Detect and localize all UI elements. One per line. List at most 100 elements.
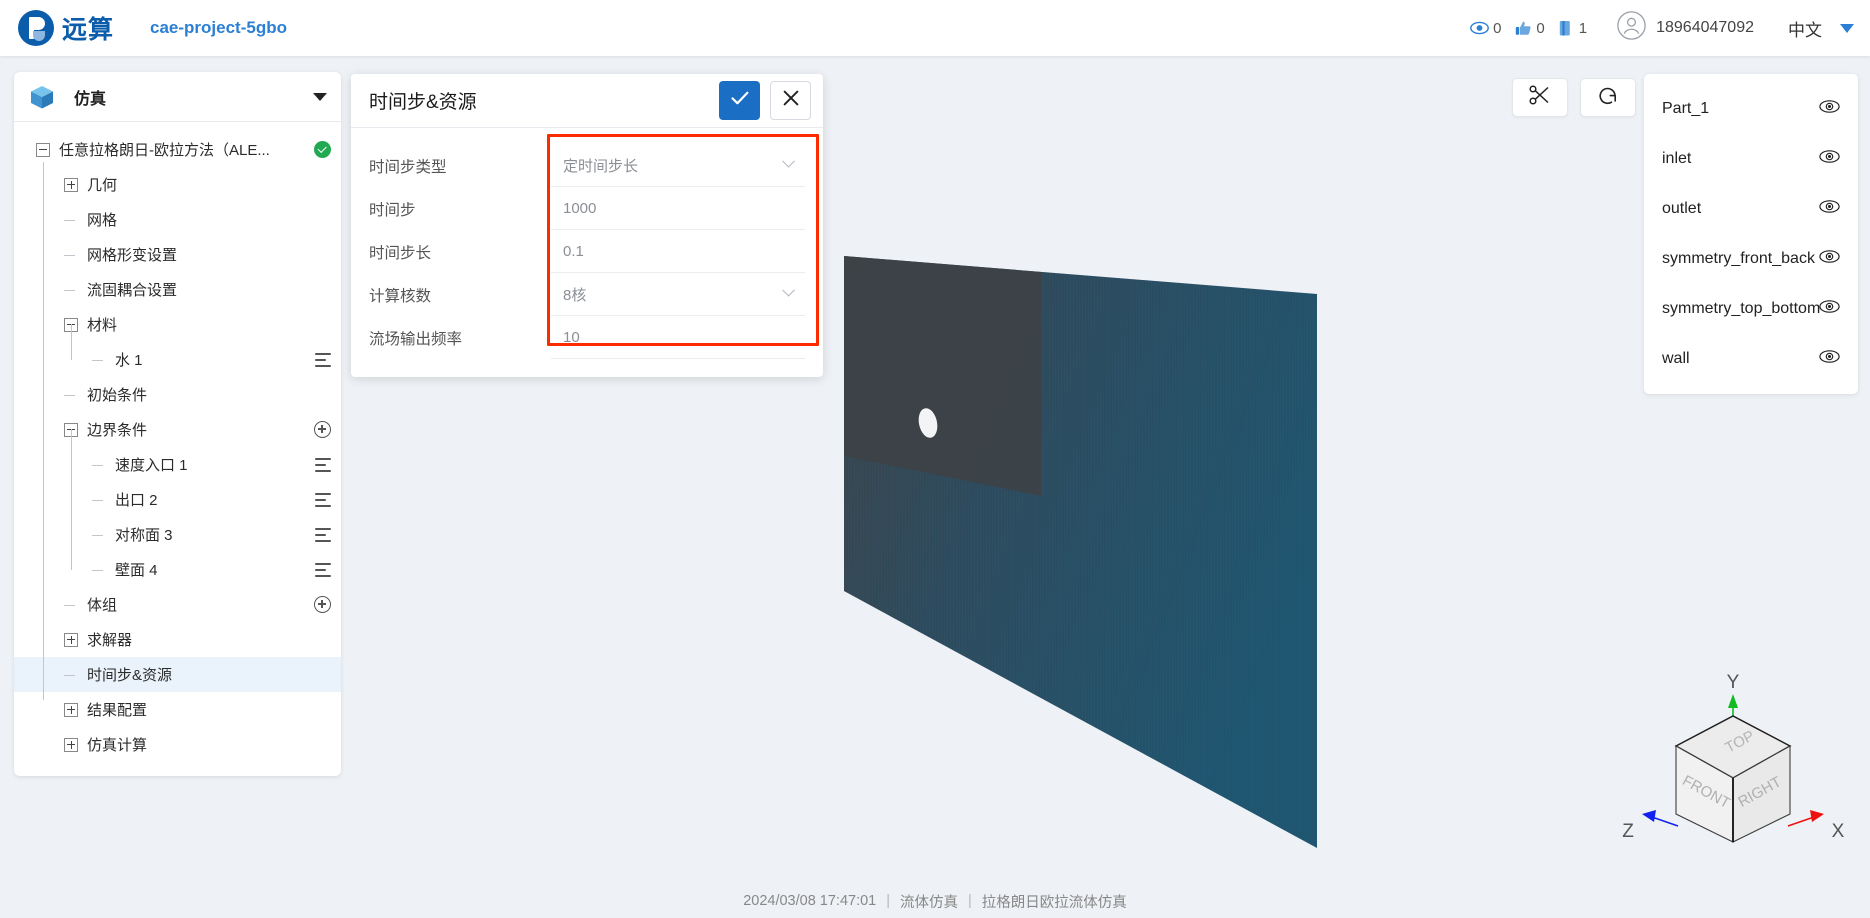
sidebar-header[interactable]: 仿真 <box>14 72 341 122</box>
user-menu[interactable]: 18964047092 <box>1617 11 1754 45</box>
tree-item-mesh-deform[interactable]: 网格形变设置 <box>14 219 341 272</box>
project-name[interactable]: cae-project-5gbo <box>150 18 287 38</box>
visibility-eye-icon[interactable] <box>1819 250 1840 269</box>
dialog-header: 时间步&资源 <box>351 74 823 128</box>
tree-leaf-marker <box>64 668 78 682</box>
form-row-core-count: 计算核数 8核 <box>369 273 805 316</box>
field-label: 时间步 <box>369 201 416 219</box>
axis-orientation-widget[interactable]: Y Z X TOP FRONT RIGHT <box>1618 672 1848 864</box>
dialog-actions <box>719 81 811 120</box>
scissors-icon <box>1529 84 1551 111</box>
timestep-count-input[interactable]: 1000 <box>551 187 805 230</box>
chevron-down-icon <box>782 154 795 168</box>
tree-leaf-marker <box>64 388 78 402</box>
tree-item-solver[interactable]: 求解器 <box>14 604 341 657</box>
tree-item-run-simulation[interactable]: 仿真计算 <box>14 727 341 762</box>
tree-item-wall-4[interactable]: 壁面 4 <box>14 534 341 587</box>
tree-item-initial-conditions[interactable]: 初始条件 <box>14 359 341 412</box>
logo-inner-shape <box>33 31 45 41</box>
tree-item-label: 几何 <box>87 177 118 194</box>
tree-item-timestep-resources[interactable]: 时间步&资源 <box>14 639 341 692</box>
part-row[interactable]: symmetry_front_back <box>1644 234 1858 284</box>
collapse-toggle-icon[interactable] <box>36 142 50 157</box>
close-icon <box>782 89 800 112</box>
item-options-icon[interactable] <box>315 562 331 577</box>
tree-item-symmetry-3[interactable]: 对称面 3 <box>14 499 341 552</box>
tree-item-volume-group[interactable]: 体组 <box>14 569 341 622</box>
tree-item-geometry[interactable]: 几何 <box>14 162 341 207</box>
tree-item-outlet-2[interactable]: 出口 2 <box>14 464 341 517</box>
status-timestamp: 2024/03/08 17:47:01 <box>743 893 877 909</box>
core-count-select[interactable]: 8核 <box>551 273 805 316</box>
part-row[interactable]: symmetry_top_bottom <box>1644 284 1858 334</box>
status-separator: | <box>968 893 972 909</box>
status-separator: | <box>886 893 891 909</box>
topbar-right: 0 0 1 18964047092 中文 <box>1470 11 1854 45</box>
status-badge <box>314 141 331 158</box>
part-name: wall <box>1662 350 1690 367</box>
tree-item-label: 结果配置 <box>87 702 148 719</box>
expand-toggle-icon[interactable] <box>64 177 78 192</box>
tree-item-material[interactable]: 材料 <box>14 289 341 342</box>
avatar <box>1617 11 1646 45</box>
thumbs-up-icon <box>1515 20 1532 37</box>
company-logo-icon <box>18 10 54 46</box>
tree-item-fsi-settings[interactable]: 流固耦合设置 <box>14 254 341 307</box>
timestep-size-input[interactable]: 0.1 <box>551 230 805 273</box>
item-options-icon[interactable] <box>315 527 331 542</box>
part-row[interactable]: inlet <box>1644 134 1858 184</box>
tree-item-water-1[interactable]: 水 1 <box>14 324 341 377</box>
tree-leaf-marker <box>64 213 78 227</box>
field-value: 定时间步长 <box>563 157 639 175</box>
visibility-eye-icon[interactable] <box>1819 300 1840 319</box>
expand-toggle-icon[interactable] <box>64 632 78 647</box>
expand-toggle-icon[interactable] <box>64 737 78 752</box>
language-selector[interactable]: 中文 <box>1788 16 1822 41</box>
field-label: 流场输出频率 <box>369 330 463 348</box>
scissors-tool-button[interactable] <box>1512 78 1568 117</box>
visibility-eye-icon[interactable] <box>1819 200 1840 219</box>
brand[interactable]: 远算 <box>18 10 114 46</box>
copies-count: 1 <box>1578 19 1588 37</box>
chevron-down-icon[interactable] <box>313 92 327 101</box>
visibility-eye-icon[interactable] <box>1819 150 1840 169</box>
tree-item-result-config[interactable]: 结果配置 <box>14 674 341 727</box>
timestep-type-select[interactable]: 定时间步长 <box>551 144 805 187</box>
tree-leaf-marker <box>92 353 106 367</box>
tree-item-velocity-inlet-1[interactable]: 速度入口 1 <box>14 429 341 482</box>
simulation-sidebar: 仿真 任意拉格朗日-欧拉方法（ALE... 几何 网格 网格形变设置 流固耦合设… <box>14 72 341 776</box>
part-row[interactable]: Part_1 <box>1644 84 1858 134</box>
field-value: 0.1 <box>563 242 584 260</box>
part-row[interactable]: outlet <box>1644 184 1858 234</box>
cancel-button[interactable] <box>770 81 811 120</box>
output-frequency-input[interactable]: 10 <box>551 316 805 359</box>
tree-guide-line <box>43 289 44 325</box>
likes-stat[interactable]: 0 <box>1515 20 1545 37</box>
chevron-down-icon[interactable] <box>1840 23 1854 33</box>
visibility-eye-icon[interactable] <box>1819 350 1840 369</box>
add-volume-group-icon[interactable] <box>314 596 331 613</box>
part-name: symmetry_front_back <box>1662 250 1815 267</box>
item-options-icon[interactable] <box>315 492 331 507</box>
tree-item-boundary-conditions[interactable]: 边界条件 <box>14 394 341 447</box>
user-phone: 18964047092 <box>1656 19 1754 36</box>
reset-view-button[interactable] <box>1580 78 1636 117</box>
field-label: 时间步类型 <box>369 158 447 176</box>
visibility-eye-icon[interactable] <box>1819 100 1840 119</box>
timestep-resources-dialog: 时间步&资源 时间步类型 定时间步长 时间步 1000 时间步长 0.1 计算核… <box>351 74 823 377</box>
expand-toggle-icon[interactable] <box>64 702 78 717</box>
tree-item-ale-method[interactable]: 任意拉格朗日-欧拉方法（ALE... <box>14 132 341 167</box>
item-options-icon[interactable] <box>315 352 331 367</box>
item-options-icon[interactable] <box>315 457 331 472</box>
add-boundary-condition-icon[interactable] <box>314 421 331 438</box>
tree-item-mesh[interactable]: 网格 <box>14 184 341 237</box>
confirm-button[interactable] <box>719 81 760 120</box>
form-row-output-frequency: 流场输出频率 10 <box>369 316 805 359</box>
tree-item-label: 出口 2 <box>115 492 158 509</box>
field-value: 8核 <box>563 286 587 304</box>
views-stat[interactable]: 0 <box>1470 20 1501 37</box>
tree-item-label: 时间步&资源 <box>87 667 173 684</box>
copies-stat[interactable]: 1 <box>1559 20 1587 37</box>
part-row[interactable]: wall <box>1644 334 1858 384</box>
axis-label-y: Y <box>1727 674 1740 693</box>
